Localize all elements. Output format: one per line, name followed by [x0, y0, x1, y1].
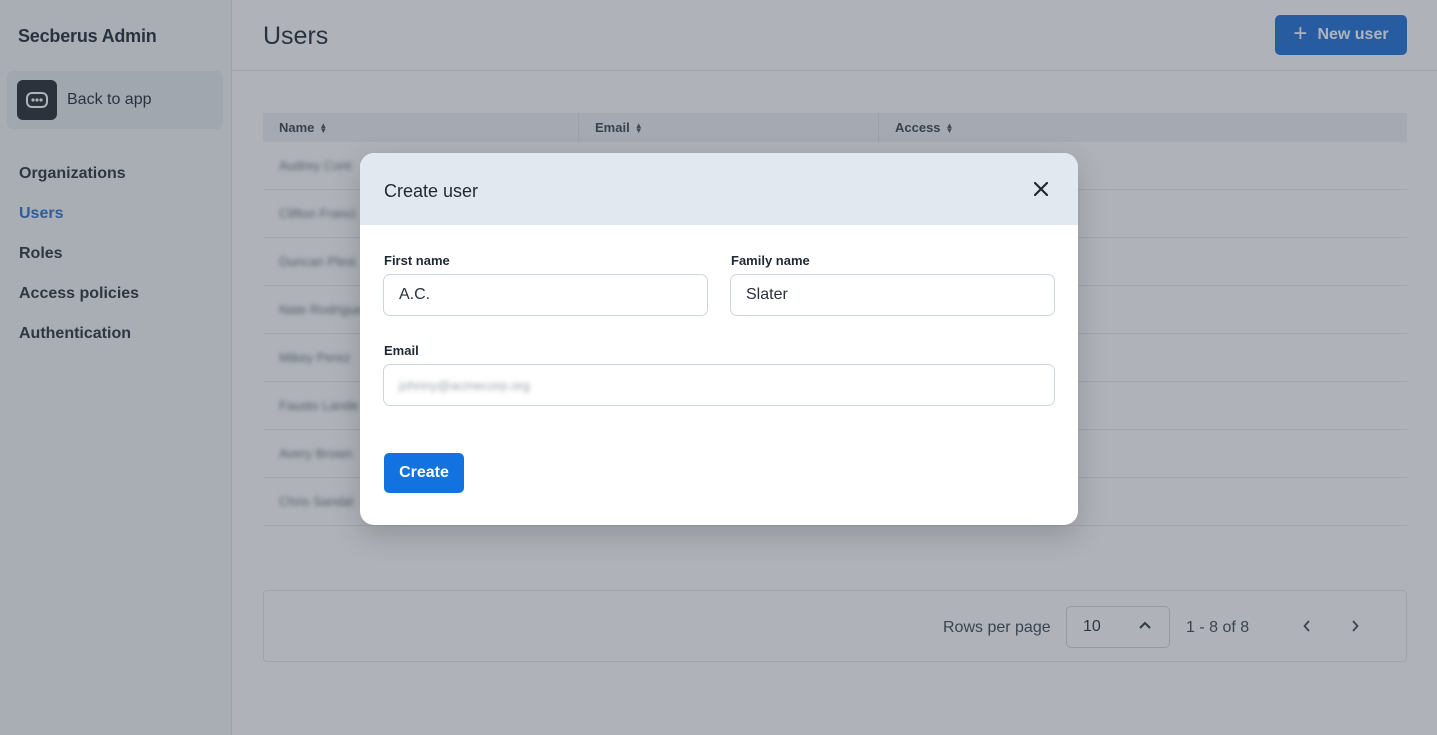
first-name-value: A.C.: [399, 286, 431, 303]
email-field[interactable]: johnny@acmecorp.org: [383, 364, 1055, 406]
family-name-field[interactable]: Slater: [730, 274, 1055, 316]
email-label: Email: [384, 343, 419, 358]
close-icon: [1034, 182, 1048, 196]
create-button[interactable]: Create: [384, 453, 464, 493]
first-name-label: First name: [384, 253, 450, 268]
family-name-value: Slater: [746, 286, 788, 303]
create-user-dialog: Create user First name A.C. Family name …: [360, 153, 1078, 525]
close-button[interactable]: [1030, 178, 1052, 200]
email-placeholder: johnny@acmecorp.org: [399, 377, 530, 393]
dialog-title: Create user: [384, 181, 479, 201]
family-name-label: Family name: [731, 253, 810, 268]
first-name-field[interactable]: A.C.: [383, 274, 708, 316]
dialog-header: Create user: [360, 153, 1078, 225]
